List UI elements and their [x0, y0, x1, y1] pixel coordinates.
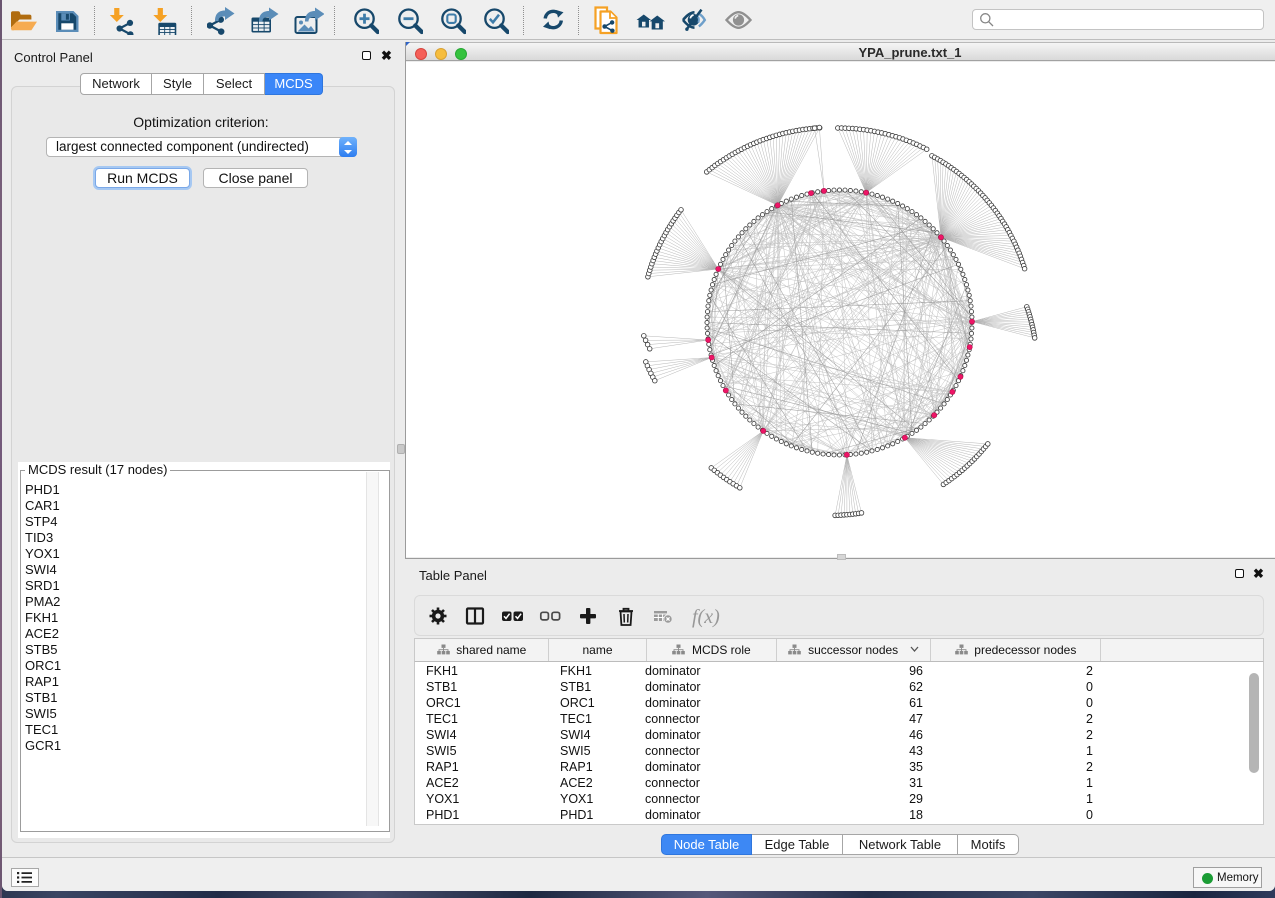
- svg-text:f(x): f(x): [692, 606, 720, 628]
